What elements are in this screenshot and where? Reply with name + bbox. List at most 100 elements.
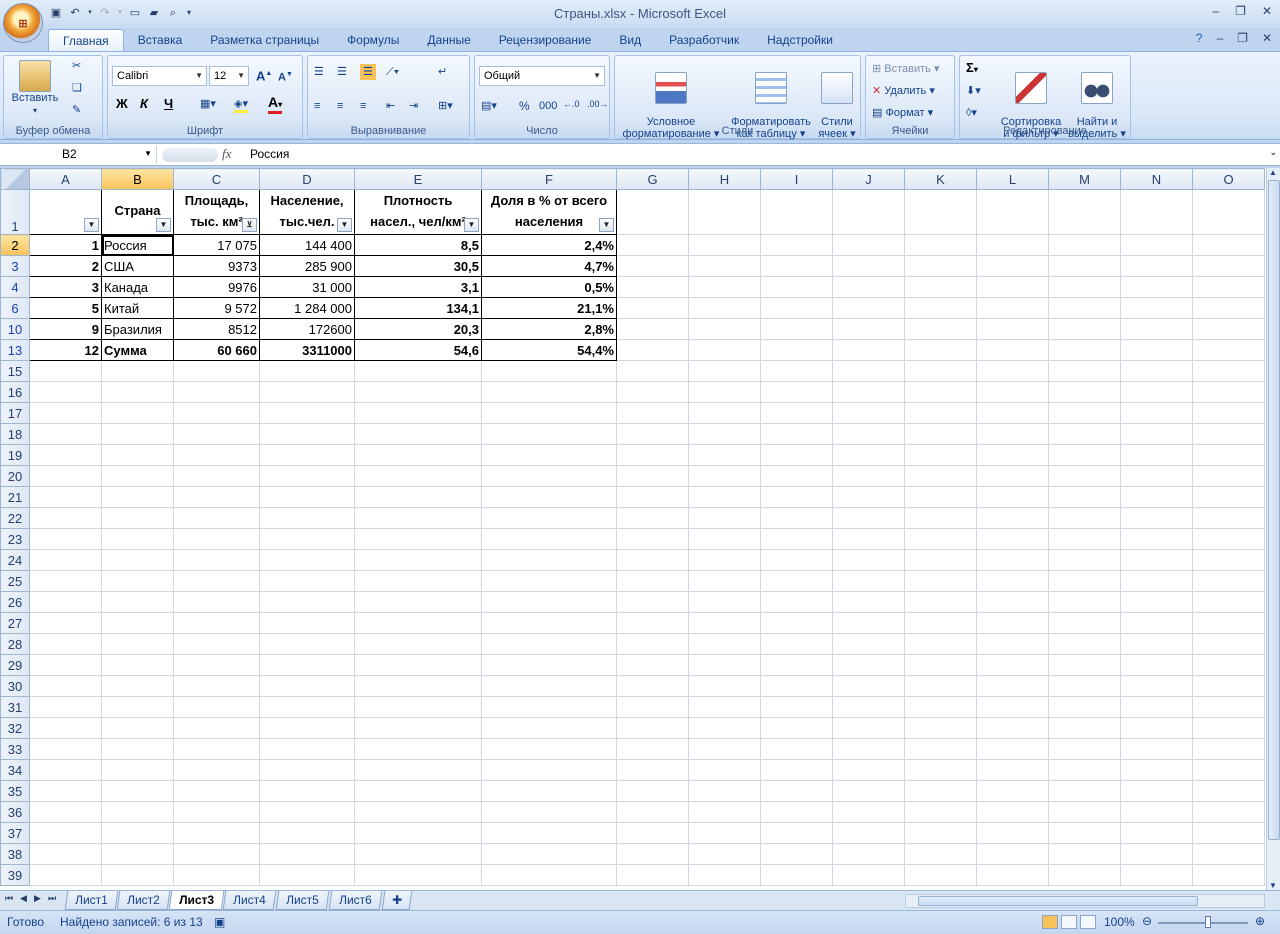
cell[interactable]: [688, 486, 761, 508]
tab-insert[interactable]: Вставка: [124, 29, 197, 51]
cell[interactable]: [1048, 549, 1121, 571]
cell[interactable]: [688, 276, 761, 298]
cell[interactable]: [760, 318, 833, 340]
cell[interactable]: [688, 801, 761, 823]
cell[interactable]: [259, 612, 355, 634]
cell-a[interactable]: 5: [29, 297, 102, 319]
cell[interactable]: [354, 801, 482, 823]
row-header[interactable]: 35: [0, 780, 30, 802]
cell[interactable]: [1192, 255, 1265, 277]
cell[interactable]: [1048, 528, 1121, 550]
cell[interactable]: [259, 780, 355, 802]
cell-e[interactable]: 8,5: [354, 234, 482, 256]
cell[interactable]: [1120, 339, 1193, 361]
cell[interactable]: [481, 360, 617, 382]
filter-dropdown-icon[interactable]: ▼: [464, 218, 479, 232]
cell[interactable]: [1120, 189, 1193, 235]
cell[interactable]: [904, 234, 977, 256]
zoom-level[interactable]: 100%: [1104, 915, 1135, 929]
column-header[interactable]: O: [1192, 168, 1265, 190]
cell[interactable]: [101, 612, 174, 634]
fill-color-icon[interactable]: ◈▾: [234, 98, 248, 113]
header-cell-area[interactable]: Площадь, тыс. км² ⊻: [173, 189, 260, 235]
cell[interactable]: [481, 591, 617, 613]
cell[interactable]: [1048, 570, 1121, 592]
scroll-up-icon[interactable]: ▲: [1269, 168, 1277, 177]
cell[interactable]: [481, 381, 617, 403]
cell[interactable]: [101, 654, 174, 676]
cell[interactable]: [29, 465, 102, 487]
row-header[interactable]: 21: [0, 486, 30, 508]
cell[interactable]: [616, 360, 689, 382]
cell[interactable]: [173, 654, 260, 676]
cell[interactable]: [1048, 780, 1121, 802]
cell[interactable]: [481, 675, 617, 697]
cell[interactable]: [616, 654, 689, 676]
cell[interactable]: [259, 843, 355, 865]
cell[interactable]: [354, 360, 482, 382]
cell[interactable]: [904, 486, 977, 508]
cell[interactable]: [1120, 780, 1193, 802]
row-header[interactable]: 39: [0, 864, 30, 886]
cell-b[interactable]: Китай: [101, 297, 174, 319]
cell[interactable]: [976, 234, 1049, 256]
cell[interactable]: [354, 570, 482, 592]
cell[interactable]: [904, 822, 977, 844]
cell[interactable]: [616, 570, 689, 592]
cell[interactable]: [1192, 486, 1265, 508]
cell[interactable]: [904, 465, 977, 487]
zoom-out-icon[interactable]: ⊖: [1142, 914, 1152, 928]
cell[interactable]: [1192, 759, 1265, 781]
cell[interactable]: [832, 696, 905, 718]
cell[interactable]: [976, 549, 1049, 571]
cell[interactable]: [904, 189, 977, 235]
align-bottom-icon[interactable]: ☰: [360, 64, 376, 80]
cell-f[interactable]: 21,1%: [481, 297, 617, 319]
header-cell-country[interactable]: Страна ▼: [101, 189, 174, 235]
cell[interactable]: [616, 591, 689, 613]
cell[interactable]: [904, 402, 977, 424]
header-cell-population[interactable]: Население, тыс.чел. ▼: [259, 189, 355, 235]
cell[interactable]: [904, 360, 977, 382]
sheet-tab[interactable]: Лист5: [275, 891, 330, 910]
increase-decimal-icon[interactable]: ←.0: [563, 98, 580, 110]
font-size-select[interactable]: 12 ▼: [209, 66, 249, 86]
cell[interactable]: [904, 549, 977, 571]
cell[interactable]: [29, 759, 102, 781]
cell[interactable]: [101, 444, 174, 466]
cell[interactable]: [976, 654, 1049, 676]
cell[interactable]: [976, 843, 1049, 865]
cell[interactable]: [101, 423, 174, 445]
cut-icon[interactable]: ✂: [72, 60, 81, 72]
cell[interactable]: [616, 276, 689, 298]
cell[interactable]: [832, 759, 905, 781]
cell[interactable]: [976, 696, 1049, 718]
insert-sheet-button[interactable]: ✚: [381, 891, 413, 910]
font-color-icon[interactable]: A▾: [268, 95, 283, 114]
cell[interactable]: [976, 738, 1049, 760]
row-header[interactable]: 23: [0, 528, 30, 550]
row-header[interactable]: 10: [0, 318, 30, 340]
cell[interactable]: [259, 486, 355, 508]
cell[interactable]: [481, 717, 617, 739]
cell[interactable]: [760, 297, 833, 319]
cell[interactable]: [1192, 339, 1265, 361]
cell[interactable]: [760, 465, 833, 487]
cell[interactable]: [688, 843, 761, 865]
cell[interactable]: [616, 801, 689, 823]
cell[interactable]: [1192, 402, 1265, 424]
cell[interactable]: [1048, 822, 1121, 844]
align-center-icon[interactable]: ≡: [337, 100, 343, 112]
cell[interactable]: [1048, 864, 1121, 886]
cell[interactable]: [976, 717, 1049, 739]
cell[interactable]: [1192, 633, 1265, 655]
cell[interactable]: [481, 843, 617, 865]
cell[interactable]: [354, 465, 482, 487]
column-header[interactable]: H: [688, 168, 761, 190]
cell[interactable]: [354, 738, 482, 760]
filter-dropdown-icon[interactable]: ▼: [84, 218, 99, 232]
cell[interactable]: [760, 633, 833, 655]
cell[interactable]: [760, 822, 833, 844]
cell[interactable]: [1120, 381, 1193, 403]
cell[interactable]: [688, 234, 761, 256]
